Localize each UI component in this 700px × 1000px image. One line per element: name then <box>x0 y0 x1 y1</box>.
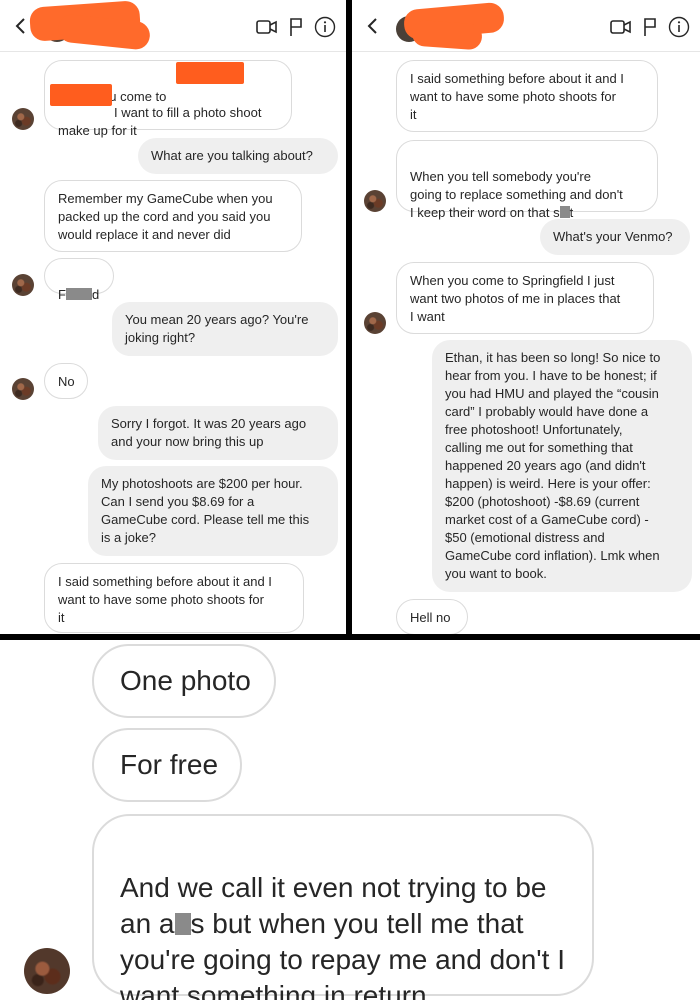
video-call-icon[interactable] <box>610 19 632 35</box>
outgoing-message: Ethan, it has been so long! So nice to h… <box>432 340 692 592</box>
flag-icon[interactable] <box>642 17 658 37</box>
avatar[interactable] <box>364 312 386 334</box>
redaction-mark <box>50 84 112 106</box>
incoming-message: No <box>44 363 88 399</box>
incoming-message: Hell no <box>396 599 468 634</box>
message-text: make up for it <box>58 123 137 138</box>
censor-mark <box>559 206 570 218</box>
incoming-message: I said something before about it and I w… <box>44 563 304 633</box>
outgoing-message: You mean 20 years ago? You're joking rig… <box>112 302 338 356</box>
incoming-message: One photo <box>92 644 276 718</box>
chat-panel-bottom: One photo For free And we call it even n… <box>0 640 700 1000</box>
flag-icon[interactable] <box>288 17 304 37</box>
chat-header <box>0 0 346 52</box>
outgoing-message: What are you talking about? <box>138 138 338 174</box>
incoming-message: And we call it even not trying to be an … <box>92 814 594 1000</box>
chat-header <box>352 0 700 52</box>
message-text: d <box>91 287 100 302</box>
avatar[interactable] <box>364 190 386 212</box>
incoming-message: I said something before about it and I w… <box>396 60 658 132</box>
incoming-message: When you come to Springfield I just want… <box>396 262 654 334</box>
message-text: F <box>58 287 66 302</box>
incoming-message: For free <box>92 728 242 802</box>
outgoing-message: What's your Venmo? <box>540 219 690 255</box>
chat-panel-left: When you come to I want to fill a photo … <box>0 0 346 634</box>
avatar[interactable] <box>12 108 34 130</box>
header-actions <box>610 16 690 38</box>
info-icon[interactable] <box>314 16 336 38</box>
avatar[interactable] <box>24 948 70 994</box>
avatar[interactable] <box>12 274 34 296</box>
redaction-mark <box>176 62 244 84</box>
censor-mark <box>65 288 92 300</box>
back-chevron-icon[interactable] <box>10 14 32 38</box>
redaction-mark <box>411 19 483 51</box>
message-text: t <box>569 205 574 220</box>
outgoing-message: Sorry I forgot. It was 20 years ago and … <box>98 406 338 460</box>
incoming-message: When you tell somebody you're going to r… <box>396 140 658 220</box>
outgoing-message: My photoshoots are $200 per hour. Can I … <box>88 466 338 556</box>
message-text: I want to fill a photo shoot <box>114 105 262 120</box>
avatar[interactable] <box>12 378 34 400</box>
info-icon[interactable] <box>668 16 690 38</box>
header-actions <box>256 16 336 38</box>
video-call-icon[interactable] <box>256 19 278 35</box>
incoming-message: Fd <box>44 258 114 302</box>
back-chevron-icon[interactable] <box>362 14 384 38</box>
incoming-message: Remember my GameCube when you packed up … <box>44 180 302 252</box>
message-text: When you tell somebody you're going to r… <box>410 169 623 220</box>
chat-panel-right: I said something before about it and I w… <box>352 0 700 634</box>
censor-mark <box>174 913 191 935</box>
